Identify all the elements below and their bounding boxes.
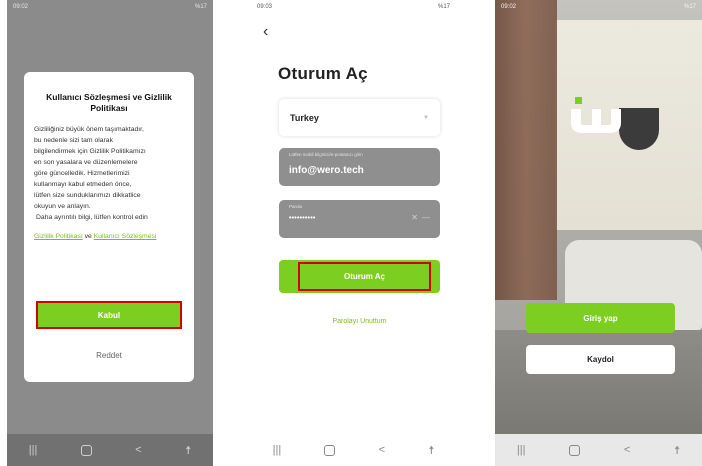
link-join-text: ve [84,233,92,240]
body-line: lütfen size sunduklarımızı dikkatlice [34,192,141,199]
status-battery: %17 [683,4,696,10]
back-icon[interactable]: < [624,444,630,456]
status-bar: 09:02 %17 [495,0,702,14]
body-line: Gizliliğiniz büyük önem taşımaktadır, [34,126,144,133]
caret-down-icon: ▼ [423,114,429,121]
email-placeholder: Lütfen mobil bilginizi/e-postanızı girin [289,152,363,157]
user-agreement-link[interactable]: Kullanıcı Sözleşmesi [94,233,157,240]
email-value: info@wero.tech [289,165,364,176]
privacy-dialog: Kullanıcı Sözleşmesi ve Gizlilik Politik… [24,72,194,382]
dialog-links: Gizlilik Politikası ve Kullanıcı Sözleşm… [34,232,184,242]
status-battery: %17 [194,4,207,10]
privacy-policy-link[interactable]: Gizlilik Politikası [34,233,83,240]
body-line: en son yasalara ve düzenlemelere [34,159,138,166]
email-field[interactable]: Lütfen mobil bilginizi/e-postanızı girin… [279,148,440,186]
phone-welcome: 09:02 %17 Giriş yap Kaydol ||| < ☨ [495,0,702,466]
status-time: 09:02 [501,4,517,10]
accessibility-icon[interactable]: ☨ [185,444,191,457]
phone-privacy-dialog: 09:02 %17 Kullanıcı Sözleşmesi ve Gizlil… [7,0,213,466]
password-label: Parola [289,204,303,209]
back-icon[interactable]: < [135,444,141,456]
dialog-body: Gizliliğiniz büyük önem taşımaktadır, bu… [34,124,184,223]
phone-login: 09:03 %17 ‹ Oturum Aç Turkey ▼ Lütfen mo… [251,0,456,466]
recent-apps-icon[interactable]: ||| [517,444,526,456]
status-time: 09:02 [13,4,29,10]
body-more: Daha ayrıntılı bilgi, lütfen kontrol edi… [36,214,148,221]
password-value: •••••••••• [289,215,316,222]
home-icon[interactable] [324,444,336,456]
status-battery: %17 [437,4,450,10]
password-field[interactable]: Parola •••••••••• ✕ — [279,200,440,238]
login-button-label: Oturum Aç [298,262,431,291]
register-button[interactable]: Kaydol [526,345,675,374]
dialog-title: Kullanıcı Sözleşmesi ve Gizlilik Politik… [46,92,172,113]
status-bar: 09:02 %17 [7,0,213,14]
body-line: okuyun ve anlayın. [34,203,91,210]
forgot-password-link[interactable]: Parolayı Unuttum [279,318,440,325]
status-bar: 09:03 %17 [251,0,456,14]
country-select[interactable]: Turkey ▼ [279,99,440,136]
clear-icon[interactable]: ✕ [411,213,418,222]
back-icon[interactable]: < [379,444,385,456]
body-line: bilgilendirmek için Gizlilik Politikamız… [34,148,146,155]
recent-apps-icon[interactable]: ||| [273,444,282,456]
country-value: Turkey [290,112,319,123]
login-button[interactable]: Oturum Aç [279,260,440,293]
home-icon[interactable] [569,444,581,456]
wero-logo-icon [571,97,621,133]
status-time: 09:03 [257,4,273,10]
eye-icon[interactable]: — [422,213,430,222]
nav-bar: ||| < ☨ [251,434,456,466]
home-icon[interactable] [80,444,92,456]
body-line: kullanmayı kabul etmeden önce, [34,181,132,188]
accessibility-icon[interactable]: ☨ [674,444,680,457]
stage: 09:02 %17 Kullanıcı Sözleşmesi ve Gizlil… [0,0,702,466]
page-title: Oturum Aç [278,64,368,83]
body-line: göre güncelledik. Hizmetlerimizi [34,170,130,177]
body-line: bu nedenle sizi tam olarak [34,137,113,144]
accept-button[interactable]: Kabul [36,301,182,329]
chevron-left-icon[interactable]: ‹ [263,23,268,41]
signin-button[interactable]: Giriş yap [526,303,675,333]
recent-apps-icon[interactable]: ||| [29,444,38,456]
reject-button[interactable]: Reddet [36,344,182,366]
nav-bar: ||| < ☨ [7,434,213,466]
nav-bar: ||| < ☨ [495,434,702,466]
background-curtain [495,0,557,300]
accessibility-icon[interactable]: ☨ [428,444,434,457]
